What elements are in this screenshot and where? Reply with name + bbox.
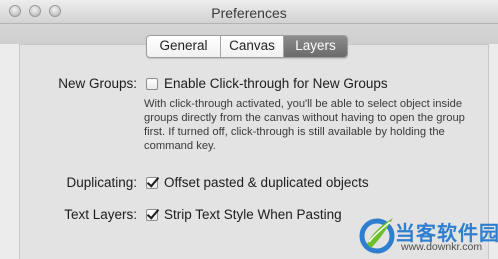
tab-layers[interactable]: Layers	[283, 36, 347, 57]
strip-text-style-checkbox-label[interactable]: Strip Text Style When Pasting	[164, 207, 342, 222]
title-bar: Preferences	[0, 0, 498, 24]
strip-text-style-checkbox[interactable]	[146, 209, 158, 221]
tab-canvas[interactable]: Canvas	[220, 36, 283, 57]
watermark-logo-icon	[359, 218, 395, 254]
new-groups-checkbox-label[interactable]: Enable Click-through for New Groups	[164, 76, 388, 91]
new-groups-click-through-checkbox[interactable]	[146, 78, 158, 90]
window-title: Preferences	[211, 5, 287, 21]
site-watermark: 当客软件园 www.downkr.com	[357, 214, 498, 256]
preferences-window: Preferences General Canvas Layers New Gr…	[0, 0, 498, 259]
click-through-description: With click-through activated, you'll be …	[144, 98, 465, 152]
text-layers-label: Text Layers:	[64, 207, 137, 222]
new-groups-label: New Groups:	[58, 76, 137, 91]
watermark-url: www.downkr.com	[401, 241, 483, 253]
offset-duplicates-checkbox[interactable]	[146, 177, 158, 189]
tab-general[interactable]: General	[147, 36, 220, 57]
window-left-margin	[0, 44, 19, 259]
offset-duplicates-checkbox-label[interactable]: Offset pasted & duplicated objects	[164, 175, 369, 190]
duplicating-label: Duplicating:	[66, 175, 137, 190]
preferences-tab-bar: General Canvas Layers	[146, 35, 348, 58]
